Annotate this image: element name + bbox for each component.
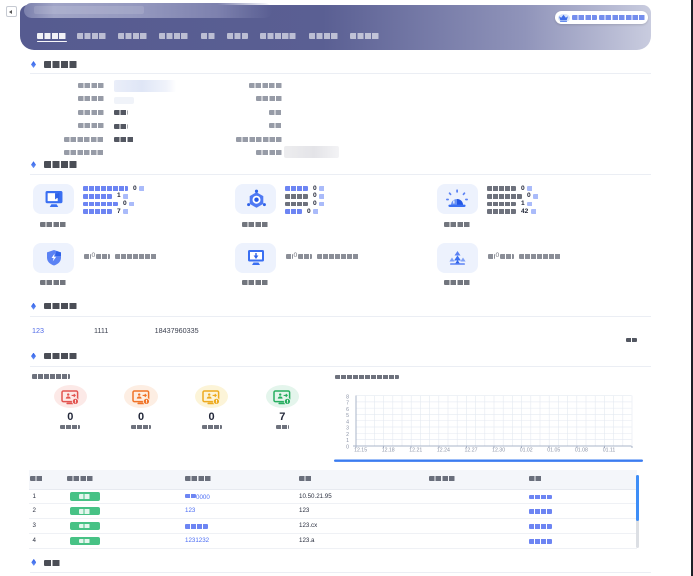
svg-text:0: 0 xyxy=(346,445,349,451)
svg-text:3: 3 xyxy=(346,426,349,432)
svg-text:01.02: 01.02 xyxy=(520,448,533,454)
svg-text:01.08: 01.08 xyxy=(575,448,588,454)
svg-text:01.11: 01.11 xyxy=(603,448,616,454)
svg-text:12.18: 12.18 xyxy=(382,448,395,454)
svg-text:12.27: 12.27 xyxy=(465,448,478,454)
svg-text:8: 8 xyxy=(346,394,349,400)
svg-text:2: 2 xyxy=(346,432,349,438)
svg-text:01.05: 01.05 xyxy=(547,448,560,454)
svg-text:12.30: 12.30 xyxy=(492,448,505,454)
svg-text:12.15: 12.15 xyxy=(354,448,367,454)
svg-text:6: 6 xyxy=(346,407,349,413)
svg-text:1: 1 xyxy=(346,438,349,444)
svg-text:7: 7 xyxy=(346,401,349,407)
svg-text:4: 4 xyxy=(346,419,349,425)
svg-text:5: 5 xyxy=(346,413,349,419)
svg-text:12.24: 12.24 xyxy=(437,448,450,454)
svg-text:12.21: 12.21 xyxy=(409,448,422,454)
